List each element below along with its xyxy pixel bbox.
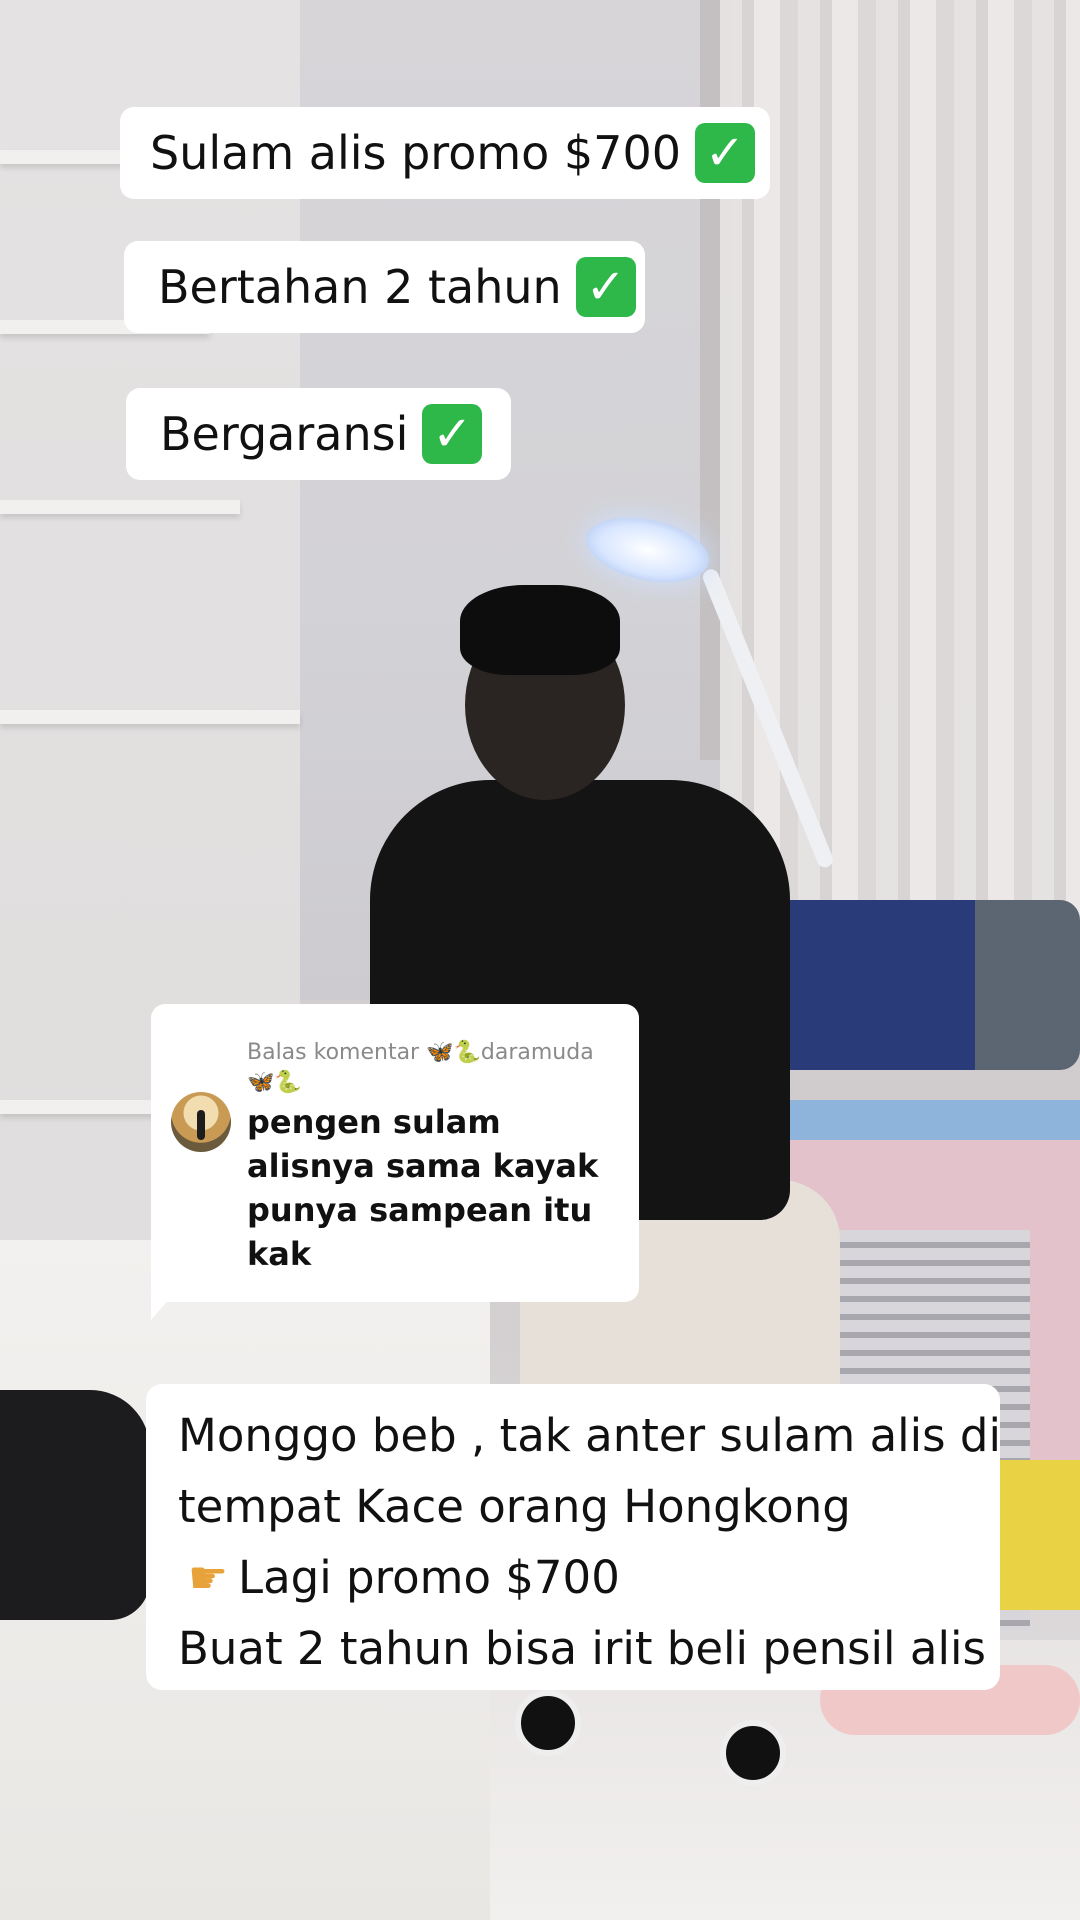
caption-line-3: ☛ Lagi promo $700: [178, 1542, 1000, 1613]
reply-comment-text: pengen sulam alisnya sama kayak punya sa…: [247, 1103, 599, 1273]
chair-wheel: [515, 1690, 581, 1756]
yellow-crate: [1000, 1460, 1080, 1610]
bubble-tail: [151, 1290, 177, 1320]
reply-prefix: Balas komentar: [247, 1040, 420, 1065]
check-mark-icon: ✓: [422, 404, 483, 464]
pointing-hand-icon: ☛: [187, 1551, 229, 1604]
duration-text: Bertahan 2 tahun: [158, 260, 562, 314]
reply-username: daramuda: [480, 1040, 594, 1065]
promo-price-tag: Sulam alis promo $700 ✓: [120, 107, 770, 199]
caption-line-4: Buat 2 tahun bisa irit beli pensil alis: [178, 1622, 986, 1675]
curtain: [720, 0, 1080, 980]
guarantee-tag: Bergaransi ✓: [126, 388, 511, 480]
promo-price-text: Sulam alis promo $700: [150, 126, 681, 180]
reply-header: Balas komentar 🦋🐍daramuda 🦋🐍: [247, 1038, 627, 1098]
commenter-avatar[interactable]: [171, 1092, 231, 1152]
butterfly-snake-icon: 🦋🐍: [247, 1070, 302, 1095]
butterfly-snake-icon: 🦋🐍: [426, 1040, 481, 1065]
chair-wheel: [720, 1720, 786, 1786]
duration-tag: Bertahan 2 tahun ✓: [124, 241, 645, 333]
guarantee-text: Bergaransi: [160, 407, 409, 461]
caption-line-2: tempat Kace orang Hongkong: [178, 1480, 851, 1533]
caption-line-3-text: Lagi promo $700: [238, 1551, 620, 1604]
reply-comment-bubble[interactable]: Balas komentar 🦋🐍daramuda 🦋🐍 pengen sula…: [151, 1004, 639, 1302]
check-mark-icon: ✓: [575, 257, 636, 317]
hair-bow: [460, 585, 620, 675]
black-stool: [0, 1390, 150, 1620]
video-caption: Monggo beb , tak anter sulam alis di tem…: [146, 1384, 1001, 1690]
caption-line-1: Monggo beb , tak anter sulam alis di: [178, 1409, 1001, 1462]
check-mark-icon: ✓: [694, 123, 755, 183]
